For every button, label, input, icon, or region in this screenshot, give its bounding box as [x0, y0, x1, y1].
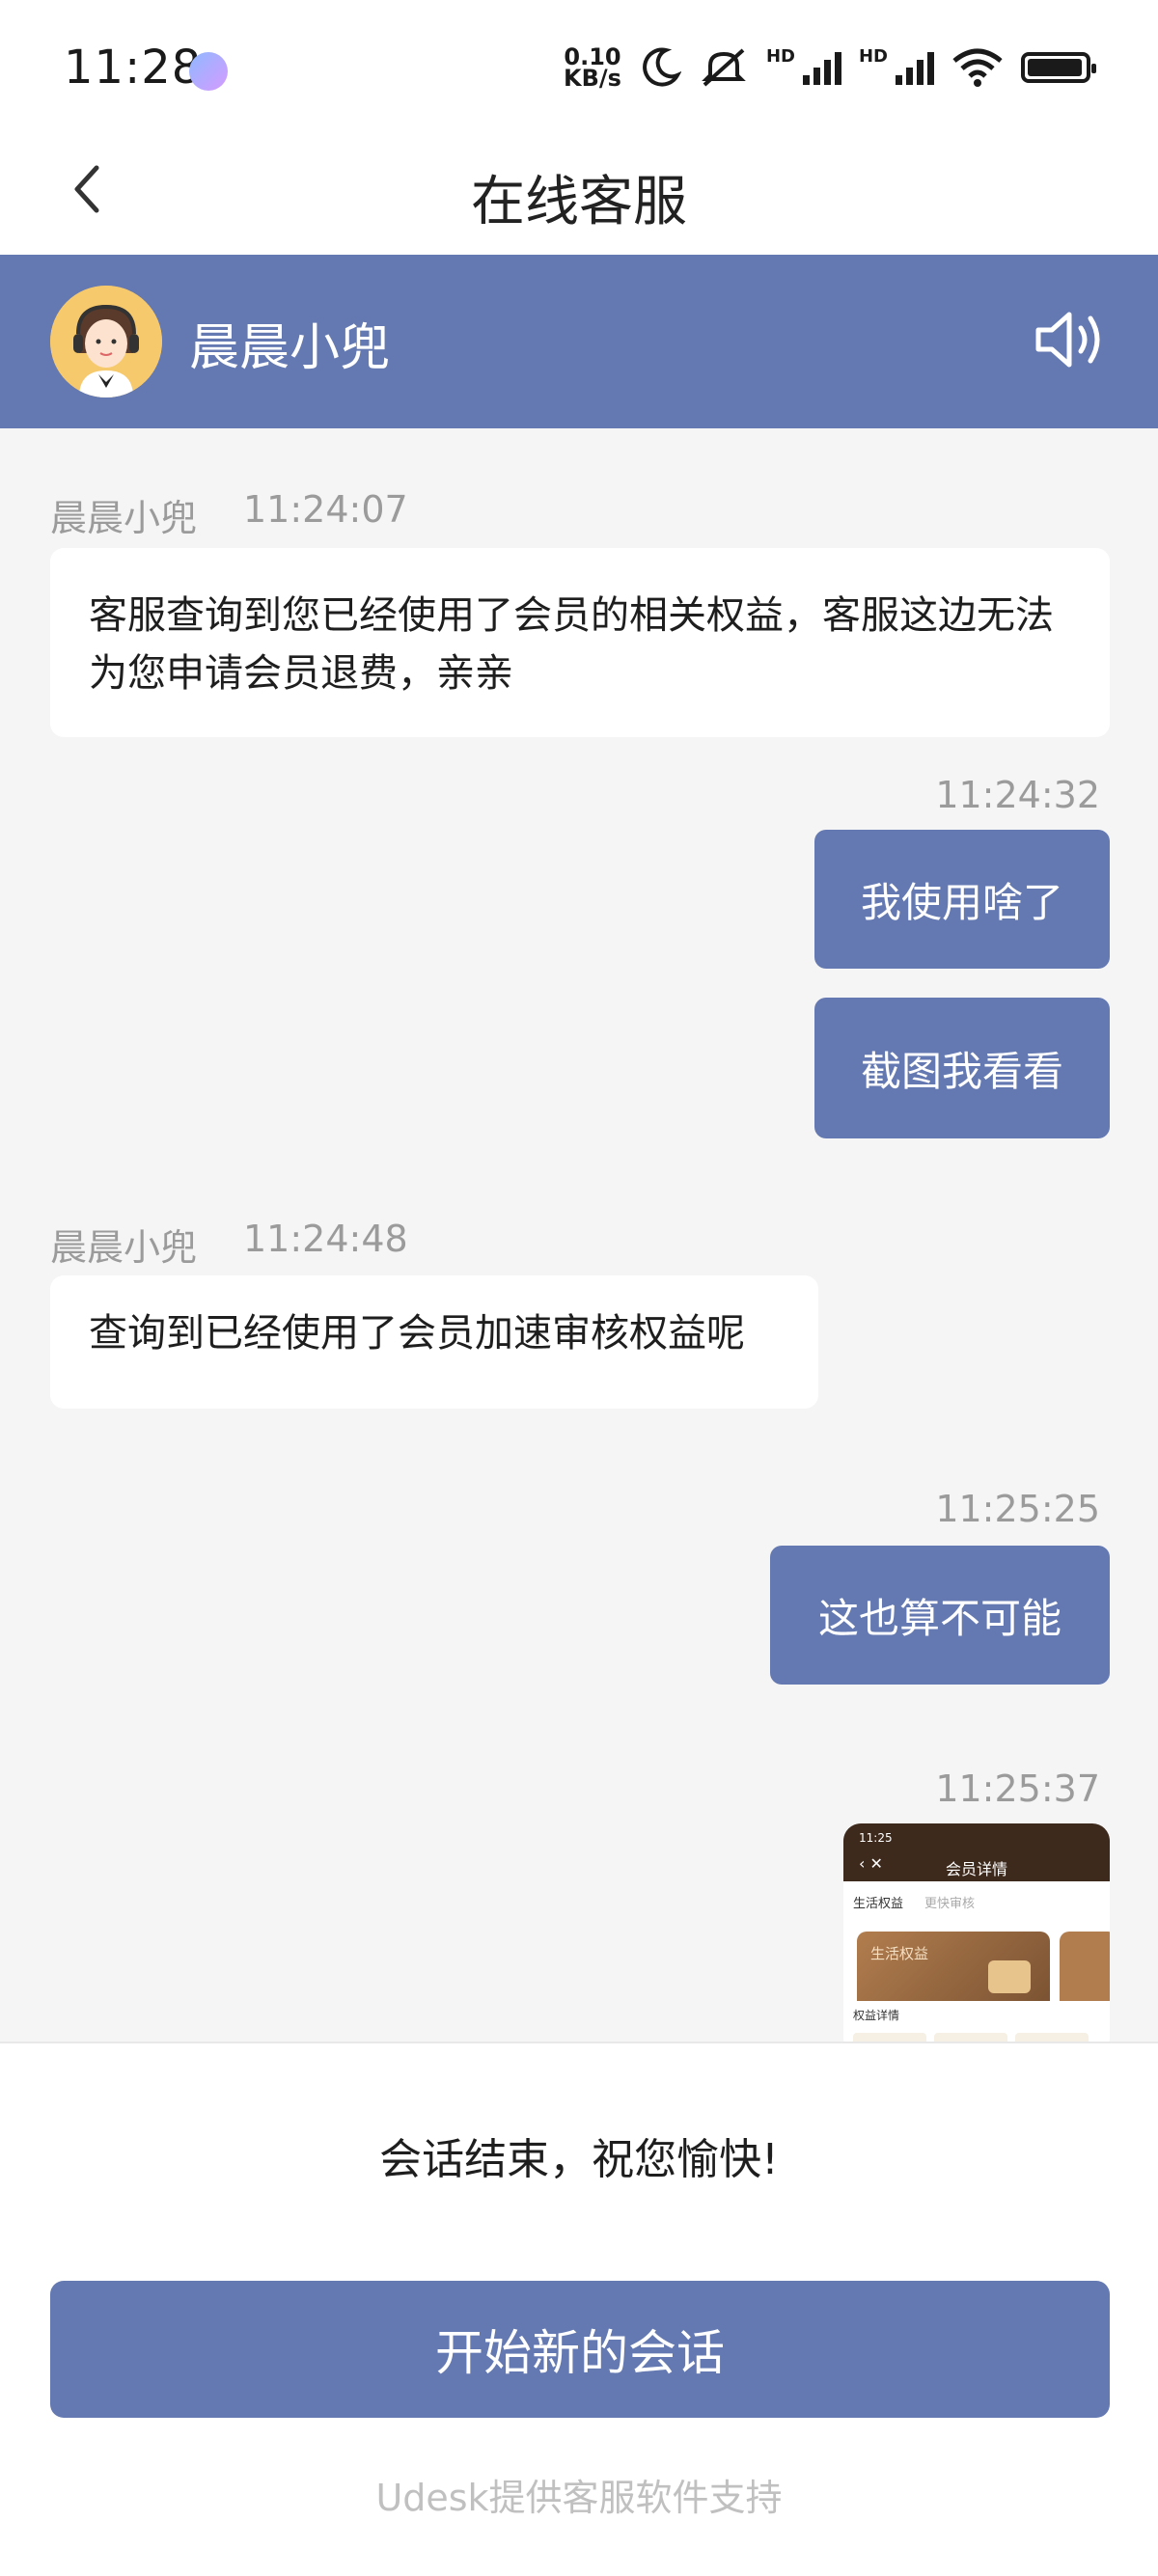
thumbnail-card-next — [1060, 1932, 1110, 2011]
agent-avatar-icon — [50, 286, 162, 397]
net-speed-unit: KB/s — [564, 65, 621, 92]
sound-toggle-button[interactable] — [1031, 301, 1108, 378]
message-time: 11:24:07 — [243, 488, 408, 531]
start-new-session-button[interactable]: 开始新的会话 — [50, 2281, 1110, 2418]
message-sender: 晨晨小兜 — [50, 497, 198, 539]
agent-message-bubble: 客服查询到您已经使用了会员的相关权益，客服这边无法为您申请会员退费，亲亲 — [50, 548, 1110, 737]
thumbnail-status-time: 11:25 — [859, 1831, 893, 1845]
powered-by-text: Udesk提供客服软件支持 — [375, 2477, 783, 2519]
user-message-bubble: 这也算不可能 — [770, 1546, 1110, 1685]
agent-header: 晨晨小兜 — [0, 255, 1158, 428]
status-bar: 11:28 0.10 KB/s HD HD — [0, 0, 1158, 135]
user-message-bubble: 我使用啥了 — [814, 830, 1110, 969]
user-message-bubble: 截图我看看 — [814, 998, 1110, 1138]
video-icon — [988, 1960, 1031, 1993]
hd-label-2: HD — [858, 46, 888, 67]
thumbnail-header: 11:25 ‹ ✕ 会员详情 — [843, 1823, 1110, 1881]
message-time: 11:25:25 — [935, 1488, 1100, 1530]
thumbnail-tab: 更快审核 — [924, 1897, 976, 1911]
hd-label-1: HD — [765, 46, 795, 67]
mute-icon — [702, 48, 746, 87]
agent-name: 晨晨小兜 — [189, 319, 391, 377]
thumbnail-tab-active: 生活权益 — [853, 1897, 904, 1911]
thumbnail-title: 会员详情 — [945, 1860, 1007, 1878]
thumbnail-detail-label: 权益详情 — [853, 2009, 900, 2022]
signal-icon-2 — [896, 50, 934, 85]
thumbnail-detail: 权益详情 — [843, 2001, 1110, 2042]
wifi-icon — [952, 48, 1003, 87]
message-sender: 晨晨小兜 — [50, 1226, 198, 1269]
signal-icon-1 — [802, 50, 841, 85]
moon-icon — [643, 47, 681, 87]
message-time: 11:25:37 — [935, 1768, 1100, 1810]
thumbnail-card: 生活权益 — [857, 1932, 1050, 2011]
status-icons: 0.10 KB/s HD HD — [564, 45, 1096, 92]
image-message-thumbnail[interactable]: 11:25 ‹ ✕ 会员详情 生活权益 更快审核 生活权益 权益详情 — [843, 1823, 1110, 2042]
status-time: 11:28 — [64, 41, 203, 95]
page-title: 在线客服 — [471, 171, 687, 233]
agent-message-bubble: 查询到已经使用了会员加速审核权益呢 — [50, 1275, 818, 1409]
thumbnail-card-label: 生活权益 — [870, 1945, 929, 1962]
chat-messages[interactable]: 晨晨小兜 11:24:07 客服查询到您已经使用了会员的相关权益，客服这边无法为… — [0, 428, 1158, 2042]
thumbnail-tabs: 生活权益 更快审核 — [843, 1881, 1110, 1917]
thumbnail-detail-boxes — [853, 2033, 1100, 2042]
net-speed: 0.10 KB/s — [564, 45, 621, 92]
nav-bar: 在线客服 — [0, 135, 1158, 255]
app-notification-icon — [189, 52, 228, 91]
session-ended-panel: 会话结束，祝您愉快! 开始新的会话 Udesk提供客服软件支持 — [0, 2042, 1158, 2576]
session-ended-text: 会话结束，祝您愉快! — [379, 2135, 779, 2184]
message-time: 11:24:48 — [243, 1218, 408, 1260]
battery-icon — [1021, 52, 1096, 83]
speaker-icon — [1035, 312, 1100, 368]
message-time: 11:24:32 — [935, 774, 1100, 816]
agent-avatar — [50, 286, 162, 397]
